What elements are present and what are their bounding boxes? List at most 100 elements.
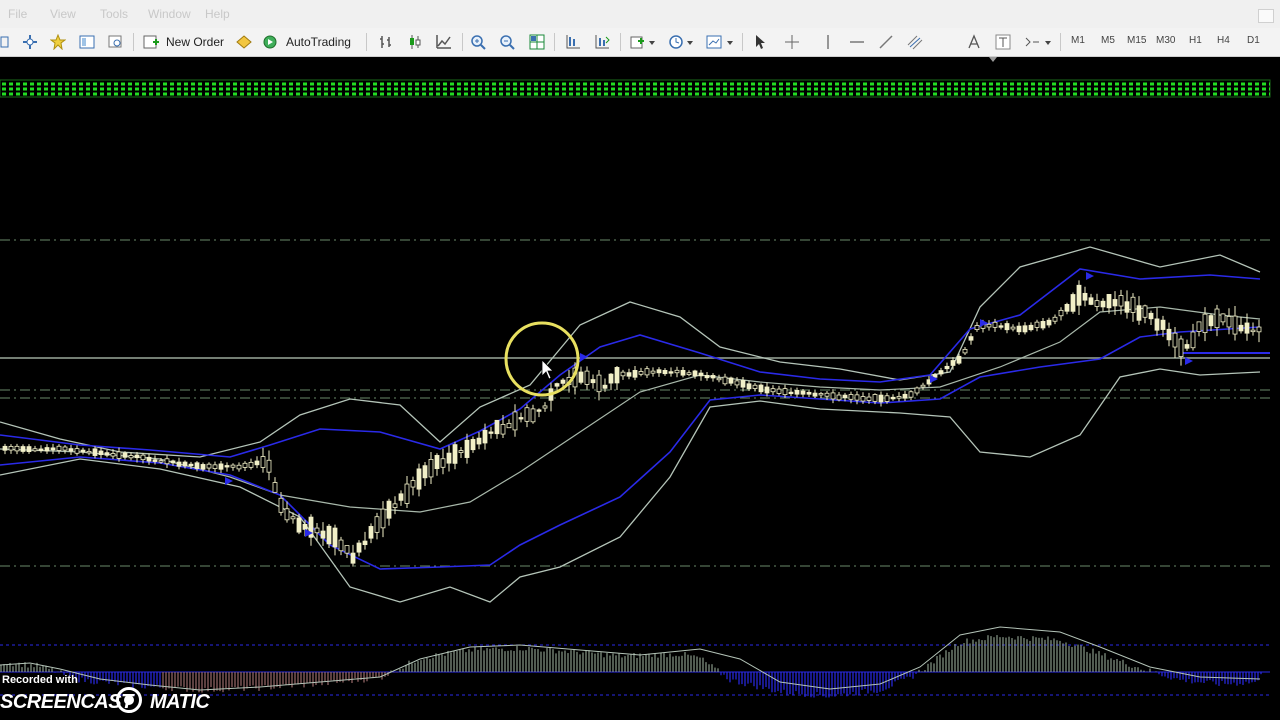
candle bbox=[1208, 315, 1214, 327]
candle bbox=[224, 465, 230, 468]
candle bbox=[398, 493, 404, 501]
crosshair-move-icon[interactable] bbox=[20, 32, 40, 52]
text-label-icon[interactable] bbox=[993, 32, 1013, 52]
candle bbox=[338, 539, 344, 552]
candle bbox=[68, 448, 74, 452]
autotrading-button[interactable]: AutoTrading bbox=[262, 32, 360, 52]
candle bbox=[410, 480, 416, 488]
watermark-brand-suffix: MATIC bbox=[150, 691, 210, 713]
candle bbox=[134, 454, 140, 459]
timeframe-m1[interactable]: M1 bbox=[1071, 35, 1085, 46]
candle bbox=[518, 417, 524, 420]
candle bbox=[242, 462, 248, 468]
horizontal-line-icon[interactable] bbox=[847, 32, 867, 52]
candle bbox=[830, 392, 836, 400]
candle bbox=[1124, 301, 1130, 313]
chart-shift-icon[interactable] bbox=[563, 32, 583, 52]
candle bbox=[290, 516, 296, 520]
cursor-icon[interactable] bbox=[750, 32, 770, 52]
candle bbox=[878, 394, 884, 403]
zoom-search-icon[interactable] bbox=[106, 32, 126, 52]
candle bbox=[380, 508, 386, 529]
autotrading-label: AutoTrading bbox=[286, 35, 351, 49]
candle bbox=[1202, 313, 1208, 334]
bar-chart-icon[interactable] bbox=[376, 32, 396, 52]
crosshair-icon[interactable] bbox=[782, 32, 802, 52]
timeframe-m5[interactable]: M5 bbox=[1101, 35, 1115, 46]
candle bbox=[464, 439, 470, 458]
timeframe-h4[interactable]: H4 bbox=[1217, 35, 1230, 46]
zoom-in-icon[interactable] bbox=[468, 32, 488, 52]
candle bbox=[188, 463, 194, 467]
candle bbox=[626, 372, 632, 377]
candle bbox=[512, 411, 518, 431]
candle bbox=[824, 392, 830, 397]
candle bbox=[740, 379, 746, 388]
indicators-dropdown[interactable] bbox=[628, 32, 658, 52]
tile-windows-icon[interactable] bbox=[527, 32, 547, 52]
price-chart[interactable]: Recorded with SCREENCAST MATIC bbox=[0, 57, 1280, 720]
candle bbox=[590, 379, 596, 384]
favorites-icon[interactable] bbox=[48, 32, 68, 52]
signal-arrow-markers bbox=[225, 272, 1193, 537]
text-tool-icon[interactable] bbox=[964, 32, 984, 52]
candle bbox=[1010, 326, 1016, 330]
candle bbox=[722, 376, 728, 385]
candle bbox=[884, 395, 890, 402]
candle bbox=[1052, 316, 1058, 322]
zoom-out-icon[interactable] bbox=[497, 32, 517, 52]
candle bbox=[1094, 300, 1100, 307]
candle bbox=[1118, 295, 1124, 307]
menu-file[interactable]: File bbox=[8, 7, 27, 21]
candle bbox=[200, 464, 206, 470]
candle bbox=[56, 445, 62, 451]
candle bbox=[542, 405, 548, 409]
timeframe-d1[interactable]: D1 bbox=[1247, 35, 1260, 46]
chart-shift-marker bbox=[989, 57, 997, 62]
candle bbox=[74, 448, 80, 454]
candle bbox=[116, 451, 122, 459]
auto-scroll-icon[interactable] bbox=[592, 32, 612, 52]
equidistant-channel-icon[interactable] bbox=[905, 32, 925, 52]
candle bbox=[758, 384, 764, 393]
bollinger-upper-band bbox=[0, 246, 1261, 458]
new-order-button[interactable]: New Order bbox=[142, 32, 232, 52]
menu-help[interactable]: Help bbox=[205, 7, 230, 21]
timeframe-h1[interactable]: H1 bbox=[1189, 35, 1202, 46]
candle bbox=[536, 409, 542, 412]
templates-dropdown[interactable] bbox=[704, 32, 736, 52]
periods-dropdown[interactable] bbox=[666, 32, 696, 52]
market-watch-icon[interactable] bbox=[77, 32, 97, 52]
menu-window[interactable]: Window bbox=[148, 7, 191, 21]
candle bbox=[236, 464, 242, 470]
candle bbox=[182, 461, 188, 467]
timeframe-m30[interactable]: M30 bbox=[1156, 35, 1175, 46]
bollinger-lower-band bbox=[0, 368, 1261, 603]
candle bbox=[326, 525, 332, 545]
toolbar-separator bbox=[462, 33, 463, 51]
menu-view[interactable]: View bbox=[50, 7, 76, 21]
toolbar-overflow-icon[interactable] bbox=[0, 32, 10, 52]
line-chart-icon[interactable] bbox=[434, 32, 454, 52]
candle bbox=[734, 380, 740, 386]
candle bbox=[470, 439, 476, 451]
candle bbox=[8, 446, 14, 451]
timeframe-m15[interactable]: M15 bbox=[1127, 35, 1146, 46]
candle bbox=[62, 446, 68, 451]
vertical-line-icon[interactable] bbox=[818, 32, 838, 52]
trendline-icon[interactable] bbox=[876, 32, 896, 52]
menu-tools[interactable]: Tools bbox=[100, 7, 128, 21]
candle bbox=[440, 458, 446, 468]
window-restore-button[interactable] bbox=[1258, 9, 1274, 23]
arrows-dropdown[interactable] bbox=[1022, 32, 1054, 52]
candlestick-chart-icon[interactable] bbox=[405, 32, 425, 52]
new-order-label: New Order bbox=[166, 35, 225, 49]
meta-editor-icon[interactable] bbox=[234, 32, 254, 52]
candle bbox=[272, 482, 278, 493]
candle bbox=[788, 391, 794, 395]
candle bbox=[98, 450, 104, 456]
candle bbox=[680, 369, 686, 376]
candle bbox=[44, 447, 50, 452]
candle bbox=[164, 458, 170, 465]
candle bbox=[686, 372, 692, 375]
